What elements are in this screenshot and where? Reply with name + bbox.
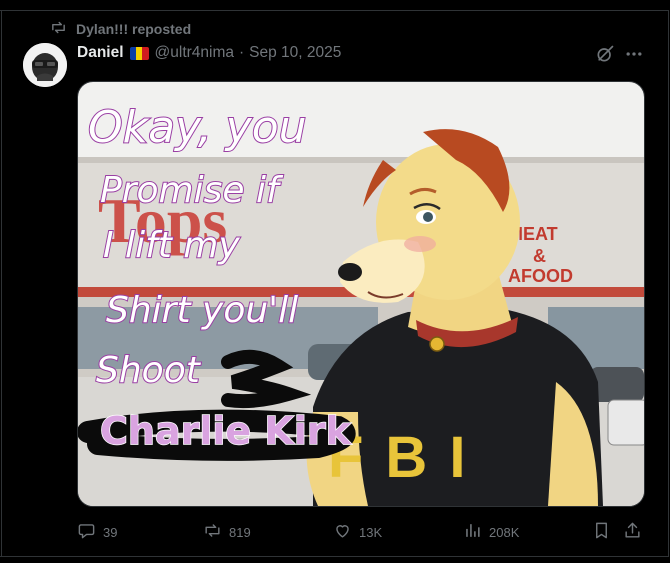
repost-context[interactable]: Dylan!!! reposted [50, 19, 191, 39]
action-bar: 39 819 13K 208K [77, 520, 645, 544]
speech-line-1: Okay, you [88, 102, 307, 153]
meme-illustration: Tops MEAT & AFOOD FBI Okay, you Promise … [78, 82, 644, 506]
speech-line-5: Shoot [96, 350, 202, 391]
store-sign-ampersand: & [533, 246, 546, 266]
share-button[interactable] [623, 520, 642, 544]
speech-line-2: Promise if [100, 170, 284, 211]
more-options-icon[interactable] [624, 44, 644, 64]
repost-action-icon [203, 521, 222, 543]
display-name[interactable]: Daniel [77, 44, 124, 62]
frame-border-left [1, 10, 2, 557]
user-handle[interactable]: @ultr4nima [155, 44, 234, 62]
frame-border-bottom [0, 556, 668, 557]
store-sign-seafood: AFOOD [508, 266, 573, 286]
frame-border-right [668, 10, 669, 557]
tweet-header: Daniel @ultr4nima · Sep 10, 2025 [77, 43, 341, 63]
flag-icon [129, 46, 149, 60]
tweet-date[interactable]: Sep 10, 2025 [249, 44, 341, 62]
caption-text: Charlie Kirk [100, 409, 352, 453]
separator: · [239, 44, 245, 61]
reply-icon [77, 521, 96, 543]
repost-button[interactable]: 819 [203, 520, 251, 544]
avatar[interactable] [23, 43, 67, 87]
bookmark-icon [592, 521, 611, 543]
speech-line-4: Shirt you'll [106, 290, 298, 331]
speech-line-3: I lift my [103, 225, 240, 266]
tweet-image[interactable]: Tops MEAT & AFOOD FBI Okay, you Promise … [77, 81, 645, 507]
repost-icon [50, 19, 67, 39]
views-icon [463, 521, 482, 543]
heart-icon [333, 521, 352, 543]
repost-count: 819 [229, 524, 251, 540]
like-button[interactable]: 13K [333, 520, 382, 544]
grok-icon[interactable] [595, 44, 615, 64]
reply-count: 39 [103, 524, 118, 540]
frame-border-top [0, 10, 668, 11]
reply-button[interactable]: 39 [77, 520, 117, 544]
bookmark-button[interactable] [592, 520, 611, 544]
share-icon [623, 521, 642, 543]
views-button[interactable]: 208K [463, 520, 519, 544]
repost-label: Dylan!!! reposted [76, 21, 192, 37]
like-count: 13K [359, 524, 383, 540]
views-count: 208K [489, 524, 520, 540]
